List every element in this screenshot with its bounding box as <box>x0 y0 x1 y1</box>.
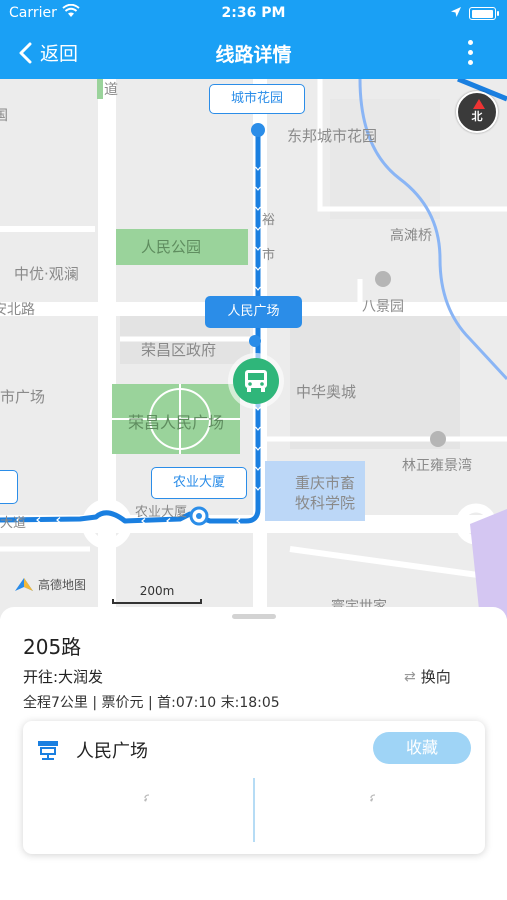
map-label-zhongyou: 中优·观澜 <box>14 265 79 283</box>
back-button[interactable]: 返回 <box>18 39 78 66</box>
route-direction: 开往:大润发 <box>23 668 104 686</box>
app-screen: Carrier 2:36 PM 返回 线路详情 城市花园 人民广场 农业大厦 东… <box>0 0 507 900</box>
stop-label-nongye-dasha[interactable]: 农业大厦 <box>151 467 247 499</box>
swap-label: 换向 <box>420 668 451 686</box>
current-stop-name: 人民广场 <box>76 741 148 762</box>
nav-bar: 返回 线路详情 <box>0 27 507 79</box>
map-label-yu: 裕 <box>262 213 276 228</box>
route-sheet: 205路 开往:大润发 ⇄ 换向 全程7公里 | 票价元 | 首:07:10 末… <box>0 607 507 900</box>
amap-logo: 高德地图 <box>14 576 86 593</box>
map-label-rongchang-gov: 荣昌区政府 <box>141 341 217 359</box>
drag-handle[interactable] <box>232 614 276 619</box>
signal-icon <box>144 794 150 802</box>
map-label-zhonghua: 中华奥城 <box>296 383 357 401</box>
map-label-guodu: 国 <box>0 108 8 124</box>
amap-label: 高德地图 <box>38 578 87 592</box>
favorite-button[interactable]: 收藏 <box>373 732 471 764</box>
swap-icon: ⇄ <box>404 668 416 685</box>
route-info: 全程7公里 | 票价元 | 首:07:10 末:18:05 <box>23 695 280 711</box>
battery-icon <box>469 7 499 20</box>
map-view[interactable]: 城市花园 人民广场 农业大厦 东邦城市花园 高滩桥 人民公园 中优·观澜 安北路… <box>0 79 507 619</box>
map-label-anbeilu: 安北路 <box>0 302 35 318</box>
amap-logo-icon <box>15 577 33 591</box>
map-label-rongchang-square: 荣昌人民广场 <box>128 413 225 432</box>
map-label-chongqing-2: 牧科学院 <box>295 494 356 512</box>
map-label-guangchang: 市广场 <box>0 388 46 406</box>
signal-icon <box>370 794 376 802</box>
scale-label: 200m <box>139 584 175 598</box>
map-scale: 200m <box>112 584 202 604</box>
map-label-chongqing-1: 重庆市畜 <box>295 474 356 492</box>
route-name: 205路 <box>23 635 82 659</box>
map-label-dao: 道 <box>104 82 118 98</box>
map-label-shi: 市 <box>262 248 276 263</box>
card-divider <box>253 778 255 842</box>
more-options-icon[interactable] <box>460 37 480 67</box>
status-bar: Carrier 2:36 PM <box>0 0 507 27</box>
map-label-bajingyuan: 八景园 <box>362 299 404 315</box>
stop-label-partial[interactable] <box>0 470 18 504</box>
compass-label: 北 <box>471 110 483 123</box>
map-label-renmin-park: 人民公园 <box>141 238 202 256</box>
header: Carrier 2:36 PM 返回 线路详情 <box>0 0 507 79</box>
stop-label-renmin-guangchang[interactable]: 人民广场 <box>205 296 302 328</box>
location-arrow-icon <box>450 6 462 22</box>
compass-icon[interactable]: 北 <box>456 91 498 133</box>
status-time: 2:36 PM <box>221 5 286 21</box>
map-label-linzheng: 林正雍景湾 <box>402 458 472 474</box>
map-label-gaoshuiqiao: 高滩桥 <box>390 228 432 244</box>
swap-direction-button[interactable]: ⇄ 换向 <box>404 666 451 687</box>
map-base <box>0 79 507 619</box>
map-label-nongye-road: 农业大厦 <box>135 505 188 520</box>
stop-label-chengshi-huayuan[interactable]: 城市花园 <box>209 84 305 114</box>
stop-card: 人民广场 收藏 <box>23 721 485 854</box>
back-label: 返回 <box>40 43 79 65</box>
map-label-dadao: 大道 <box>0 516 27 531</box>
chevron-left-icon <box>19 42 32 63</box>
bus-stop-icon <box>37 739 59 765</box>
map-label-dongbang: 东邦城市花园 <box>287 127 378 145</box>
